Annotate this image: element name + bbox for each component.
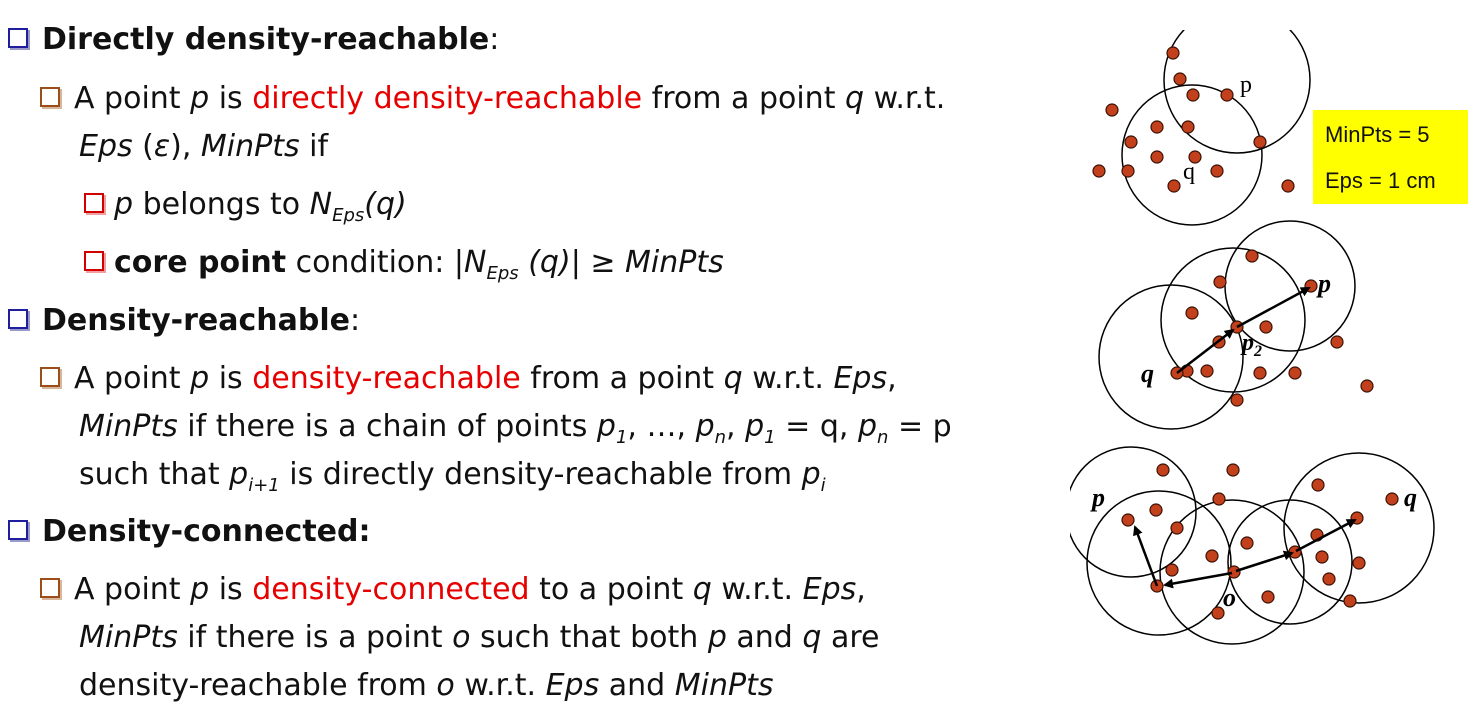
bullet-checkbox-icon [8,27,28,48]
dr-definition-line2: MinPts if there is a chain of points p1,… [79,409,952,448]
bullet-checkbox-icon [40,86,60,107]
dr-definition-line1: A point p is density-reachable from a po… [40,361,897,397]
heading-directly-density-reachable: Directly density-reachable: [8,22,499,58]
d3-q-label: q [1404,483,1417,512]
bullet-checkbox-icon [8,519,28,540]
heading-density-connected: Density-connected: [8,514,371,550]
dc-definition-line2: MinPts if there is a point o such that b… [79,620,880,655]
d2-q-label: q [1141,359,1154,388]
ddr-condition-neighborhood: p belongs to NEps(q) [84,187,407,225]
dc-definition-line3: density-reachable from o w.r.t. Eps and … [79,668,774,703]
ddr-definition-line1: A point p is directly density-reachable … [40,81,945,117]
d2-p-label: p [1316,269,1331,298]
ddr-definition-line2: Eps (ε), MinPts if [79,129,329,164]
bullet-checkbox-icon [84,250,104,271]
dc-definition-line1: A point p is density-connected to a poin… [40,572,866,608]
bullet-checkbox-icon [8,308,28,329]
diagram-directly-reachable [1121,30,1311,226]
d2-p2-label: p2 [1240,330,1262,360]
d3-o-label: o [1223,583,1236,612]
d3-p-label: p [1090,483,1105,512]
density-diagram: p q p q p2 p q o [1070,30,1435,645]
bullet-checkbox-icon [84,192,104,213]
bullet-checkbox-icon [40,577,60,598]
d1-p-label: p [1240,72,1252,98]
bullet-checkbox-icon [40,366,60,387]
heading-density-reachable: Density-reachable: [8,303,360,339]
diagram-density-reachable-points [1170,249,1374,407]
d1-q-label: q [1183,159,1195,185]
eps-circle-p [1163,30,1311,154]
dr-definition-line3: such that pi+1 is directly density-reach… [79,457,826,496]
diagram-density-reachable [1098,220,1356,430]
ddr-condition-core-point: core point condition: |NEps (q)| ≥ MinPt… [84,245,724,283]
